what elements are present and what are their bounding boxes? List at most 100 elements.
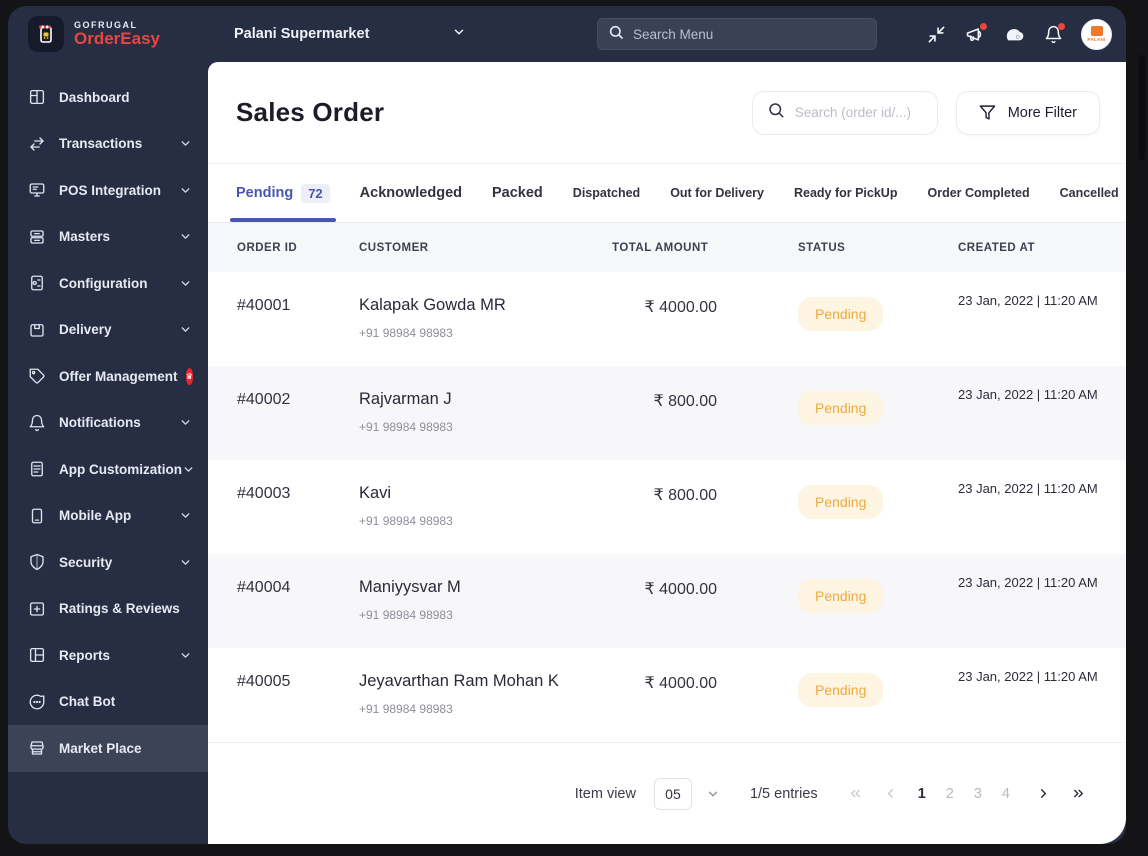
collapse-icon[interactable] xyxy=(925,23,947,45)
order-row-40003[interactable]: #40003 Kavi +91 98984 98983 ₹ 800.00 Pending… xyxy=(208,460,1126,554)
sidebar-item-mobile-app[interactable]: Mobile App xyxy=(8,493,208,540)
next-page-button[interactable] xyxy=(1036,786,1051,801)
sidebar-item-chat-bot[interactable]: Chat Bot xyxy=(8,679,208,726)
page-size-select[interactable]: 05 xyxy=(653,777,692,810)
search-icon xyxy=(608,24,624,45)
tab-label: Packed xyxy=(492,185,543,201)
sidebar-item-pos-integration[interactable]: POS Integration xyxy=(8,167,208,214)
customer-cell: Kalapak Gowda MR +91 98984 98983 xyxy=(359,272,612,366)
tab-pending[interactable]: Pending 72 xyxy=(230,164,336,222)
page-number-1[interactable]: 1 xyxy=(918,786,926,802)
page-number-2[interactable]: 2 xyxy=(946,786,954,802)
avatar-store-name: PALANI xyxy=(1087,37,1106,42)
cloud-icon[interactable] xyxy=(1003,23,1025,45)
order-row-40005[interactable]: #40005 Jeyavarthan Ram Mohan K +91 98984 9… xyxy=(208,648,1126,742)
order-row-40001[interactable]: #40001 Kalapak Gowda MR +91 98984 98983 ₹ 4… xyxy=(208,272,1126,366)
page-scrollbar-thumb[interactable] xyxy=(1139,55,1145,160)
order-row-40004[interactable]: #40004 Maniyysvar M +91 98984 98983 ₹ 4000.… xyxy=(208,554,1126,648)
tab-cancelled[interactable]: Cancelled xyxy=(1060,164,1119,222)
created-at: 23 Jan, 2022 | 11:20 AM xyxy=(958,575,1098,590)
offer-tag-icon xyxy=(28,367,46,385)
tab-out-for-delivery[interactable]: Out for Delivery xyxy=(670,164,764,222)
page-size-chevron-icon[interactable] xyxy=(706,787,720,801)
sidebar-item-market-place[interactable]: Market Place xyxy=(8,725,208,772)
sidebar-item-label: Masters xyxy=(59,229,111,245)
created-at: 23 Jan, 2022 | 11:20 AM xyxy=(958,387,1098,402)
total-amount: ₹ 800.00 xyxy=(653,393,717,410)
page-header: Sales Order More Filter xyxy=(208,62,1126,164)
customer-cell: Jeyavarthan Ram Mohan K +91 98984 98983 xyxy=(359,648,612,742)
topbar-icon-group: PALANI xyxy=(925,18,1112,50)
menu-search-box[interactable] xyxy=(597,18,877,50)
prev-page-button[interactable] xyxy=(883,786,898,801)
created-at: 23 Jan, 2022 | 11:20 AM xyxy=(958,293,1098,308)
more-filter-button[interactable]: More Filter xyxy=(955,90,1100,135)
sidebar-item-dashboard[interactable]: Dashboard xyxy=(8,74,208,121)
sidebar-item-label: Delivery xyxy=(59,322,112,338)
tab-acknowledged[interactable]: Acknowledged xyxy=(360,164,462,222)
item-view-label: Item view xyxy=(574,785,636,802)
page-number-3[interactable]: 3 xyxy=(974,786,982,802)
tab-dispatched[interactable]: Dispatched xyxy=(573,164,640,222)
store-avatar[interactable]: PALANI xyxy=(1081,18,1112,50)
chevron-down-icon xyxy=(179,509,192,522)
order-search-input[interactable] xyxy=(794,105,923,120)
store-selector-dropdown[interactable]: Palani Supermarket xyxy=(234,25,466,44)
menu-search-input[interactable] xyxy=(633,26,866,42)
sidebar-item-app-customization[interactable]: App Customization xyxy=(8,446,208,493)
created-at: 23 Jan, 2022 | 11:20 AM xyxy=(958,481,1098,496)
chevron-down-icon xyxy=(182,463,195,476)
sidebar-item-notifications[interactable]: Notifications xyxy=(8,400,208,447)
announcement-icon[interactable] xyxy=(964,23,987,45)
sidebar-item-security[interactable]: Security xyxy=(8,539,208,586)
table-header: ORDER ID CUSTOMER TOTAL AMOUNT STATUS CR… xyxy=(208,223,1126,272)
sidebar-item-transactions[interactable]: Transactions xyxy=(8,121,208,168)
customer-phone: +91 98984 98983 xyxy=(359,608,453,622)
page-number-4[interactable]: 4 xyxy=(1002,786,1010,802)
customer-cell: Maniyysvar M +91 98984 98983 xyxy=(359,554,612,648)
total-amount: ₹ 4000.00 xyxy=(644,581,717,598)
sidebar-item-label: App Customization xyxy=(59,461,182,477)
tab-ready-for-pickup[interactable]: Ready for PickUp xyxy=(794,164,898,222)
sidebar-item-masters[interactable]: Masters xyxy=(8,214,208,261)
sidebar-item-label: Chat Bot xyxy=(59,694,116,710)
bell-icon[interactable] xyxy=(1042,23,1065,45)
tab-label: Dispatched xyxy=(572,186,641,200)
sidebar-item-delivery[interactable]: Delivery xyxy=(8,307,208,354)
first-page-button[interactable] xyxy=(848,786,863,801)
customer-name: Kalapak Gowda MR xyxy=(359,296,506,314)
customer-phone: +91 98984 98983 xyxy=(359,326,453,340)
offer-new-badge: ♛ xyxy=(185,367,194,385)
sidebar-item-configuration[interactable]: Configuration xyxy=(8,260,208,307)
last-page-button[interactable] xyxy=(1071,786,1086,801)
chevron-down-icon xyxy=(179,277,192,290)
more-filter-label: More Filter xyxy=(1007,104,1077,121)
customer-cell: Kavi +91 98984 98983 xyxy=(359,460,612,554)
tab-order-completed[interactable]: Order Completed xyxy=(927,164,1029,222)
table-body: #40001 Kalapak Gowda MR +91 98984 98983 ₹ 4… xyxy=(208,272,1126,742)
tab-label: Acknowledged xyxy=(359,185,462,201)
tab-label: Pending xyxy=(236,185,294,201)
order-search-box[interactable] xyxy=(751,90,938,135)
customer-phone: +91 98984 98983 xyxy=(359,702,453,716)
chevron-down-icon xyxy=(179,556,192,569)
chevron-down-icon xyxy=(179,323,192,336)
column-order-id: ORDER ID xyxy=(237,241,298,254)
app-customization-icon xyxy=(28,460,46,478)
dashboard-icon xyxy=(28,88,46,106)
brand-logo: GOFRUGAL OrderEasy xyxy=(8,16,208,52)
page-header-actions: More Filter xyxy=(751,90,1100,135)
chat-bot-icon xyxy=(28,693,46,711)
customer-phone: +91 98984 98983 xyxy=(359,514,453,528)
main-content: Sales Order More Filter xyxy=(208,62,1126,844)
screen: GOFRUGAL OrderEasy Palani Supermarket Se… xyxy=(0,0,1148,856)
ratings-reviews-icon xyxy=(28,600,46,618)
security-shield-icon xyxy=(28,553,46,571)
sidebar-item-offer-management[interactable]: Offer Management ♛ xyxy=(8,353,208,400)
sidebar-item-reports[interactable]: Reports xyxy=(8,632,208,679)
filter-funnel-icon xyxy=(979,105,995,120)
tab-packed[interactable]: Packed xyxy=(492,164,543,222)
sidebar-item-ratings-reviews[interactable]: Ratings & Reviews xyxy=(8,586,208,633)
tab-label: Ready for PickUp xyxy=(793,186,898,200)
order-row-40002[interactable]: #40002 Rajvarman J +91 98984 98983 ₹ 800.00… xyxy=(208,366,1126,460)
